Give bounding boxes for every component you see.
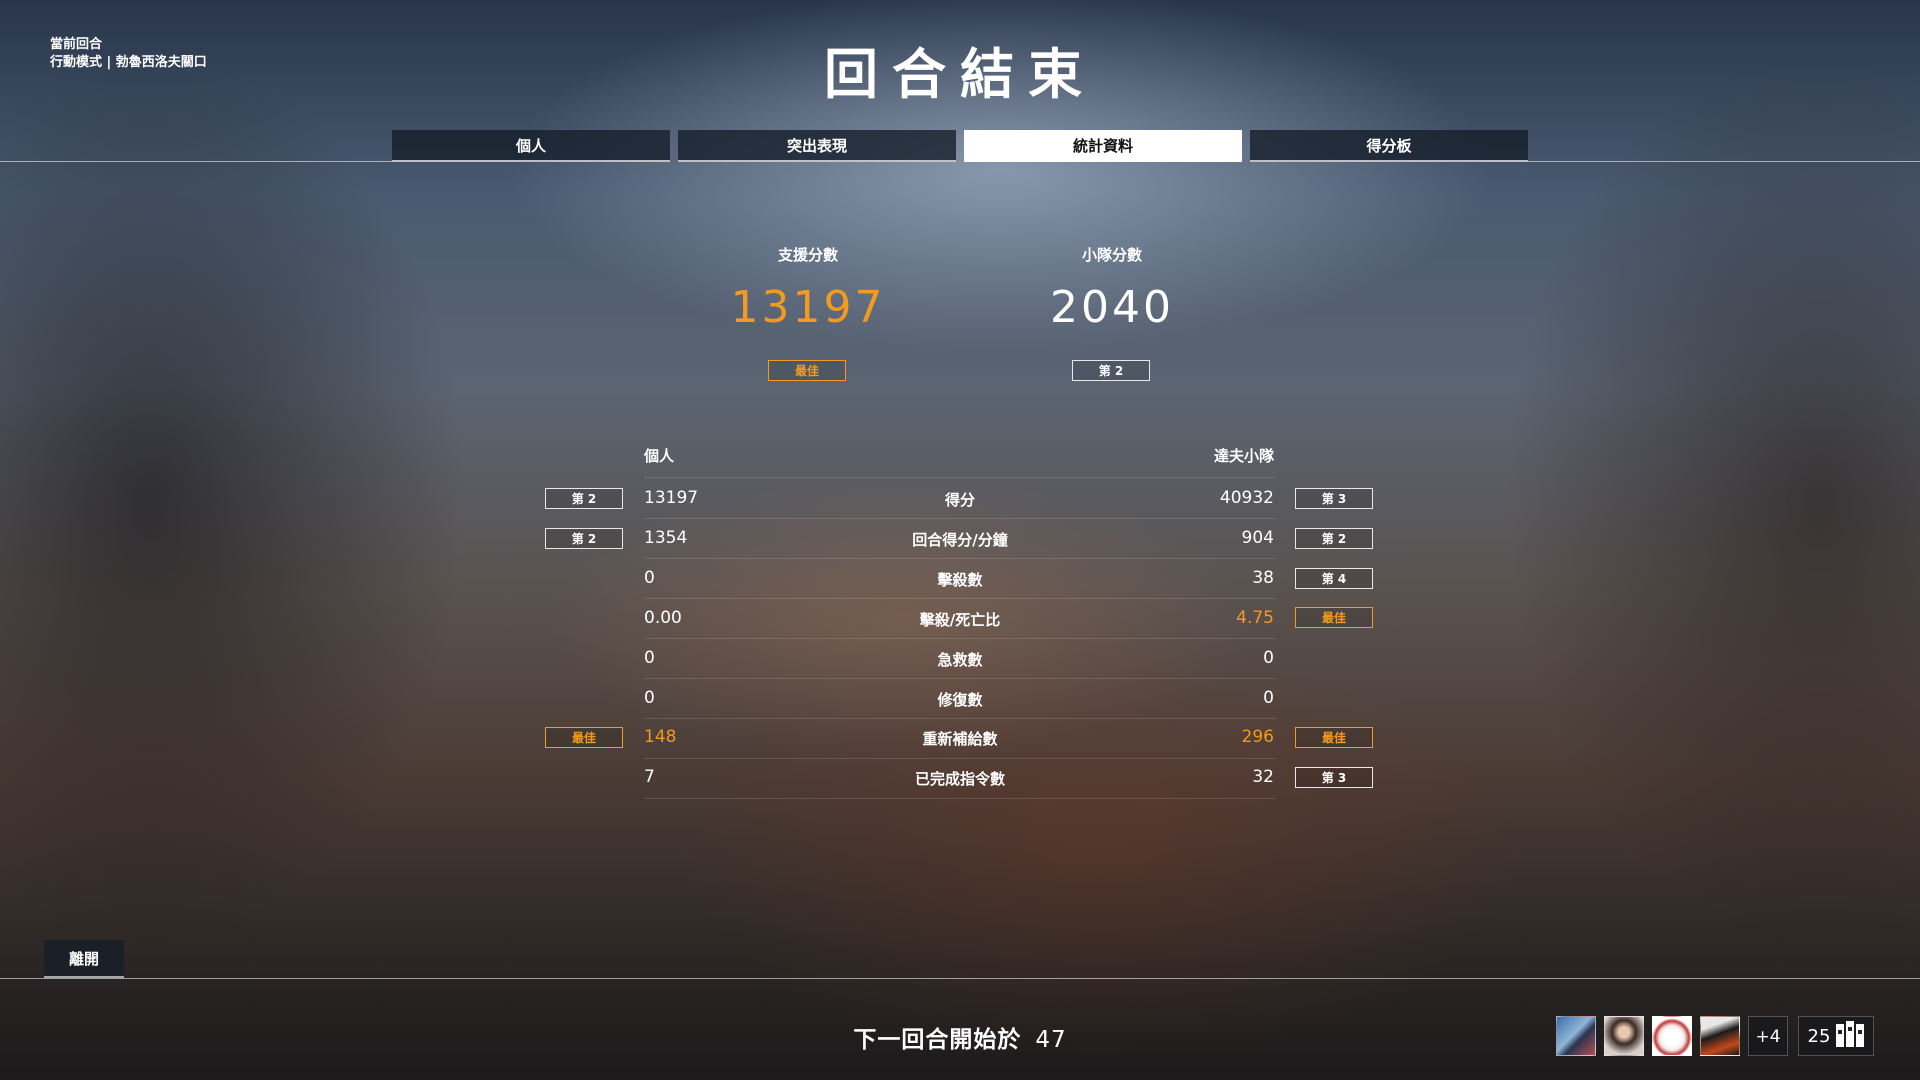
tab-bar-line-right — [1528, 161, 1920, 162]
squad-column-header: 達夫小隊 — [1213, 447, 1274, 465]
stat-label: 修復數 — [937, 691, 983, 709]
squad-value: 296 — [1241, 727, 1274, 747]
support-score-value: 13197 — [730, 282, 886, 333]
squad-rank-badge: 最佳 — [1295, 607, 1373, 628]
personal-column-header: 個人 — [644, 447, 675, 465]
squad-value: 32 — [1252, 767, 1274, 787]
avatar-1[interactable] — [1556, 1016, 1596, 1056]
avatar-2[interactable] — [1604, 1016, 1644, 1056]
next-round-label: 下一回合開始於 — [853, 1027, 1022, 1053]
players-icon — [1836, 1020, 1865, 1052]
personal-rank-badge: 最佳 — [545, 727, 623, 748]
support-score-label: 支援分數 — [777, 246, 838, 264]
player-count-box[interactable]: 25 — [1798, 1016, 1874, 1056]
tab-statistics[interactable]: 統計資料 — [964, 130, 1242, 162]
squad-rank-badge: 最佳 — [1295, 727, 1373, 748]
personal-value: 13197 — [644, 488, 699, 508]
personal-rank-badge: 第 2 — [545, 488, 623, 509]
squad-value: 0 — [1263, 648, 1274, 668]
squad-value: 40932 — [1219, 488, 1274, 508]
squad-value: 38 — [1252, 568, 1274, 588]
personal-value: 0 — [644, 568, 655, 588]
bottom-divider — [0, 978, 1920, 979]
next-round-countdown: 47 — [1035, 1027, 1067, 1053]
personal-value: 1354 — [644, 528, 688, 548]
stat-label: 已完成指令數 — [914, 770, 1005, 788]
tab-bar-line-left — [0, 161, 392, 162]
tab-personal[interactable]: 個人 — [392, 130, 670, 162]
leave-button[interactable]: 離開 — [44, 940, 124, 978]
avatar-4[interactable] — [1700, 1016, 1740, 1056]
squad-rank-badge: 第 3 — [1295, 767, 1373, 788]
personal-rank-badge: 第 2 — [545, 528, 623, 549]
squad-rank-badge: 第 4 — [1295, 568, 1373, 589]
squad-rank-badge: 第 2 — [1295, 528, 1373, 549]
personal-value: 0 — [644, 688, 655, 708]
personal-value: 148 — [644, 727, 677, 747]
stat-label: 擊殺/死亡比 — [919, 611, 1001, 629]
support-score-rank-badge: 最佳 — [768, 360, 846, 381]
avatar-3[interactable] — [1652, 1016, 1692, 1056]
stat-label: 得分 — [944, 491, 975, 509]
personal-value: 0.00 — [644, 608, 682, 628]
stat-label: 擊殺數 — [937, 571, 983, 589]
squad-value: 4.75 — [1236, 608, 1274, 628]
personal-value: 7 — [644, 767, 655, 787]
more-members-count[interactable]: +4 — [1748, 1016, 1788, 1056]
tab-scoreboard[interactable]: 得分板 — [1250, 130, 1528, 162]
squad-score-label: 小隊分數 — [1081, 246, 1142, 264]
squad-score-value: 2040 — [1050, 282, 1174, 333]
stat-label: 回合得分/分鐘 — [912, 531, 1008, 549]
personal-value: 0 — [644, 648, 655, 668]
stat-label: 重新補給數 — [922, 730, 998, 748]
squad-score-rank-badge: 第 2 — [1072, 360, 1150, 381]
squad-value: 904 — [1241, 528, 1274, 548]
player-count: 25 — [1807, 1025, 1831, 1047]
stat-label: 急救數 — [937, 651, 983, 669]
page-title: 回合結束 — [824, 43, 1096, 106]
squad-rank-badge: 第 3 — [1295, 488, 1373, 509]
tab-highlights[interactable]: 突出表現 — [678, 130, 956, 162]
squad-value: 0 — [1263, 688, 1274, 708]
